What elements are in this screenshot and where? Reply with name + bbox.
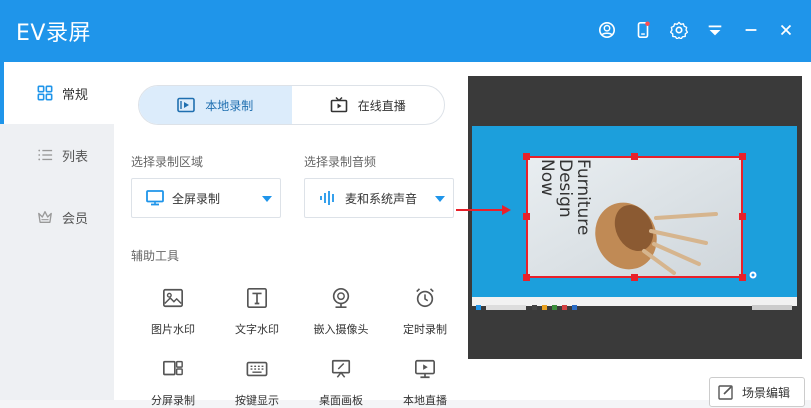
menu-icon[interactable] bbox=[705, 20, 725, 40]
alarm-clock-icon bbox=[412, 285, 438, 311]
mode-tabs: 本地录制 在线直播 bbox=[138, 85, 445, 125]
resize-handle[interactable] bbox=[523, 213, 530, 220]
crown-icon bbox=[36, 208, 54, 226]
tool-image-watermark[interactable]: 图片水印 bbox=[133, 285, 213, 337]
sidebar-item-label: 会员 bbox=[62, 211, 89, 227]
arrow-icon bbox=[456, 205, 511, 215]
play-screen-icon bbox=[412, 356, 438, 382]
tab-label: 在线直播 bbox=[357, 98, 406, 113]
resize-handle[interactable] bbox=[631, 153, 638, 160]
gear-icon[interactable] bbox=[669, 20, 689, 40]
chevron-down-icon bbox=[435, 196, 445, 202]
resize-handle[interactable] bbox=[739, 274, 746, 281]
list-icon bbox=[36, 146, 54, 164]
app-title: EV录屏 bbox=[16, 21, 91, 46]
sidebar-item-label: 常规 bbox=[62, 87, 89, 103]
split-screen-icon bbox=[160, 356, 186, 382]
tv-icon bbox=[330, 97, 348, 113]
sidebar-item-general[interactable]: 常规 bbox=[0, 62, 114, 124]
record-area-value: 全屏录制 bbox=[172, 191, 221, 206]
audio-wave-icon bbox=[320, 191, 334, 205]
close-icon[interactable] bbox=[776, 20, 796, 40]
tool-local-live[interactable]: 本地直播 bbox=[385, 356, 465, 408]
tool-label: 图片水印 bbox=[151, 323, 195, 336]
tool-label: 桌面画板 bbox=[319, 394, 363, 407]
monitor-icon bbox=[146, 190, 164, 206]
keyboard-icon bbox=[244, 356, 270, 382]
phone-icon[interactable] bbox=[633, 20, 653, 40]
sidebar: 常规 列表 会员 bbox=[0, 62, 114, 400]
title-bar: EV录屏 bbox=[0, 0, 811, 62]
resize-handle[interactable] bbox=[739, 213, 746, 220]
scene-edit-button[interactable]: 场景编辑 bbox=[709, 377, 805, 407]
sidebar-item-list[interactable]: 列表 bbox=[0, 124, 114, 186]
edit-icon bbox=[718, 385, 733, 400]
tab-live-stream[interactable]: 在线直播 bbox=[292, 86, 445, 124]
record-area-label: 选择录制区域 bbox=[131, 155, 204, 169]
tool-label: 分屏录制 bbox=[151, 394, 195, 407]
resize-handle[interactable] bbox=[523, 153, 530, 160]
tool-label: 按键显示 bbox=[235, 394, 279, 407]
sidebar-item-member[interactable]: 会员 bbox=[0, 186, 114, 248]
lock-ratio-icon[interactable] bbox=[748, 270, 758, 280]
webcam-icon bbox=[328, 285, 354, 311]
record-audio-label: 选择录制音频 bbox=[304, 155, 377, 169]
tool-text-watermark[interactable]: 文字水印 bbox=[217, 285, 297, 337]
record-area-select[interactable]: 全屏录制 bbox=[131, 178, 281, 218]
tool-key-display[interactable]: 按键显示 bbox=[217, 356, 297, 408]
minimize-icon[interactable] bbox=[741, 20, 761, 40]
scene-edit-label: 场景编辑 bbox=[742, 385, 791, 400]
resize-handle[interactable] bbox=[523, 274, 530, 281]
tab-label: 本地录制 bbox=[205, 98, 254, 113]
tool-label: 本地直播 bbox=[403, 394, 447, 407]
preview-taskbar bbox=[472, 297, 797, 310]
record-audio-value: 麦和系统声音 bbox=[345, 191, 418, 206]
tool-label: 嵌入摄像头 bbox=[313, 323, 369, 336]
record-icon bbox=[177, 97, 196, 113]
user-icon[interactable] bbox=[597, 20, 617, 40]
tab-local-record[interactable]: 本地录制 bbox=[139, 86, 292, 124]
resize-handle[interactable] bbox=[631, 274, 638, 281]
grid-icon bbox=[36, 84, 54, 102]
chevron-down-icon bbox=[262, 196, 272, 202]
tools-label: 辅助工具 bbox=[131, 249, 180, 263]
whiteboard-icon bbox=[328, 356, 354, 382]
tool-webcam[interactable]: 嵌入摄像头 bbox=[301, 285, 381, 337]
resize-handle[interactable] bbox=[739, 153, 746, 160]
tool-label: 定时录制 bbox=[403, 323, 447, 336]
sidebar-item-label: 列表 bbox=[62, 149, 89, 165]
text-icon bbox=[244, 285, 270, 311]
tool-label: 文字水印 bbox=[235, 323, 279, 336]
tool-desktop-board[interactable]: 桌面画板 bbox=[301, 356, 381, 408]
image-icon bbox=[160, 285, 186, 311]
record-audio-select[interactable]: 麦和系统声音 bbox=[304, 178, 454, 218]
capture-selection[interactable] bbox=[526, 156, 743, 278]
tool-split-screen[interactable]: 分屏录制 bbox=[133, 356, 213, 408]
tool-timer[interactable]: 定时录制 bbox=[385, 285, 465, 337]
